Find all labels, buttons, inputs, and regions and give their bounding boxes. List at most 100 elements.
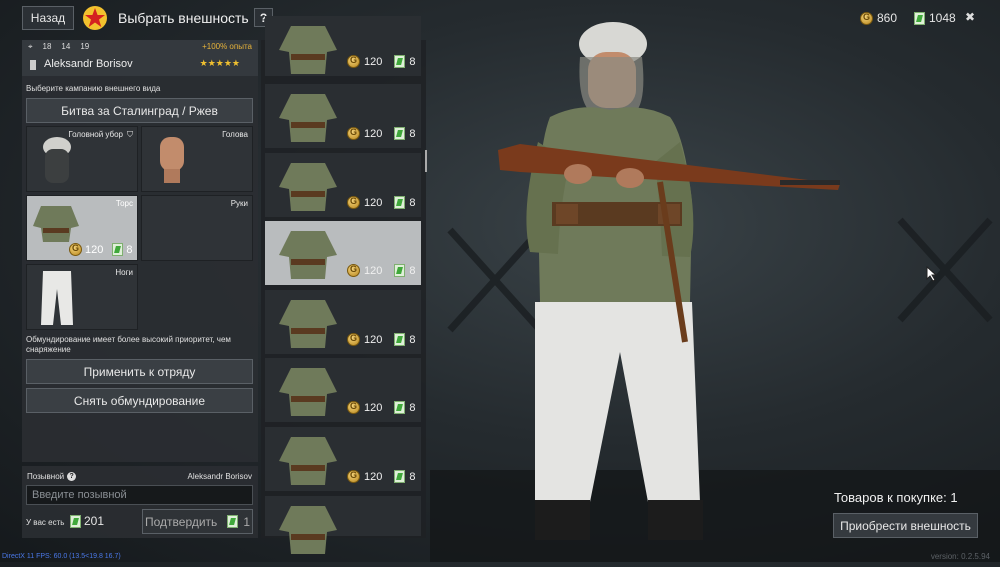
jacket-thumbnail (279, 506, 337, 554)
item-price-gold: 120 (364, 401, 383, 414)
uniform-item[interactable]: 120 8 (265, 221, 421, 285)
confirm-callsign-button[interactable]: Подтвердить 1 (142, 509, 253, 534)
gold-coin-icon (860, 11, 873, 25)
ticket-icon (394, 401, 406, 414)
jacket-thumbnail (279, 368, 337, 416)
ticket-icon (394, 196, 406, 209)
uniform-item[interactable]: 120 8 (265, 358, 421, 422)
slot-headgear[interactable]: Головной убор ⛉ (26, 126, 138, 192)
ticket-balance: 1048 (914, 11, 956, 25)
gold-coin-icon (347, 55, 360, 68)
item-price-gold: 120 (364, 264, 383, 277)
fps-readout: DirectX 11 FPS: 60.0 (13.5<19.8 16.7) (2, 553, 121, 560)
gold-coin-icon (347, 264, 360, 277)
gold-coin-icon (347, 333, 360, 346)
item-list-scrollbar[interactable] (425, 150, 427, 172)
crosshair-icon: ⌖ (28, 42, 33, 51)
callsign-label: Позывной ? (27, 472, 77, 481)
shield-icon: ⛉ (127, 130, 133, 139)
item-price: 120 8 (347, 333, 415, 346)
slot-hands[interactable]: Руки (141, 195, 253, 261)
apply-squad-button[interactable]: Применить к отряду (26, 359, 253, 384)
gold-coin-icon (69, 243, 82, 256)
slot-head[interactable]: Голова (141, 126, 253, 192)
version-label: version: 0.2.5.94 (930, 552, 990, 561)
head-thumbnail (160, 137, 184, 183)
torso-price-tickets: 8 (126, 243, 133, 256)
ticket-amount: 1048 (929, 11, 956, 25)
torso-price: 120 8 (69, 243, 132, 256)
have-balance: 201 (70, 514, 104, 528)
slot-hands-label: Руки (230, 199, 248, 208)
item-price: 120 8 (347, 264, 415, 277)
uniform-item[interactable]: 120 8 (265, 153, 421, 217)
item-price: 120 8 (347, 196, 415, 209)
item-price-tickets: 8 (409, 401, 416, 414)
help-icon[interactable]: ? (67, 472, 77, 481)
torso-price-gold: 120 (85, 243, 104, 256)
ticket-icon (394, 55, 406, 68)
slot-legs[interactable]: Ноги (26, 264, 138, 330)
soldier-model[interactable] (480, 22, 860, 552)
mouse-cursor-icon (926, 266, 938, 282)
star-icon (82, 5, 108, 31)
soldier-rating: ★★★★★ (199, 58, 240, 68)
priority-note: Обмундирование имеет более высокий приор… (26, 335, 231, 354)
uniform-item[interactable]: 120 8 (265, 427, 421, 491)
slot-legs-label: Ноги (115, 268, 133, 277)
torso-thumbnail (33, 206, 79, 242)
back-button[interactable]: Назад (22, 6, 74, 30)
item-price: 120 8 (347, 55, 415, 68)
confirm-label: Подтвердить (145, 514, 218, 529)
have-value: 201 (84, 514, 105, 528)
callsign-label-text: Позывной (27, 472, 65, 481)
slot-torso-label: Торс (115, 199, 133, 208)
gold-amount: 860 (877, 11, 898, 25)
item-price-gold: 120 (364, 55, 383, 68)
item-price: 120 8 (347, 127, 415, 140)
bonus-label: +100% опыта (202, 42, 252, 51)
item-price-tickets: 8 (409, 196, 416, 209)
soldier-stats: ⌖ 18 14 19 (28, 42, 89, 52)
item-price-tickets: 8 (409, 264, 416, 277)
helmet-thumbnail (43, 137, 71, 183)
item-price-tickets: 8 (409, 470, 416, 483)
remove-uniform-button[interactable]: Снять обмундирование (26, 388, 253, 413)
item-price-tickets: 8 (409, 55, 416, 68)
campaign-select[interactable]: Битва за Сталинград / Ржев (26, 98, 253, 123)
stat-vitality: 14 (61, 42, 71, 51)
jacket-thumbnail (279, 94, 337, 142)
gold-coin-icon (347, 127, 360, 140)
item-price: 120 8 (347, 470, 415, 483)
item-price-gold: 120 (364, 196, 383, 209)
ticket-icon (112, 243, 124, 256)
jacket-thumbnail (279, 300, 337, 348)
item-price: 120 8 (347, 401, 415, 414)
buy-appearance-button[interactable]: Приобрести внешность (833, 513, 978, 538)
confirm-cost: 1 (243, 514, 250, 529)
ticket-icon (394, 470, 406, 483)
uniform-item[interactable] (265, 496, 421, 554)
callsign-input[interactable]: Введите позывной (26, 485, 253, 505)
gold-coin-icon (347, 470, 360, 483)
jacket-thumbnail (279, 231, 337, 279)
stat-aim: 18 (42, 42, 52, 51)
ticket-icon (394, 333, 406, 346)
uniform-item[interactable]: 120 8 (265, 16, 421, 76)
uniform-item[interactable]: 120 8 (265, 290, 421, 354)
close-icon[interactable]: ✖ (965, 10, 975, 24)
purchase-count: Товаров к покупке: 1 (834, 490, 958, 505)
soldier-card[interactable]: ⌖ 18 14 19 +100% опыта Aleksandr Borisov… (22, 40, 258, 76)
ticket-icon (394, 264, 406, 277)
slot-head-label: Голова (222, 130, 248, 139)
uniform-item[interactable]: 120 8 (265, 84, 421, 148)
ticket-icon (227, 515, 239, 528)
pants-thumbnail (41, 271, 73, 325)
gold-coin-icon (347, 196, 360, 209)
gold-coin-icon (347, 401, 360, 414)
jacket-thumbnail (279, 437, 337, 485)
gold-balance: 860 (860, 11, 897, 25)
campaign-label: Выберите кампанию внешнего вида (26, 84, 161, 93)
slot-torso[interactable]: Торс 120 8 (26, 195, 138, 261)
jacket-thumbnail (279, 163, 337, 211)
